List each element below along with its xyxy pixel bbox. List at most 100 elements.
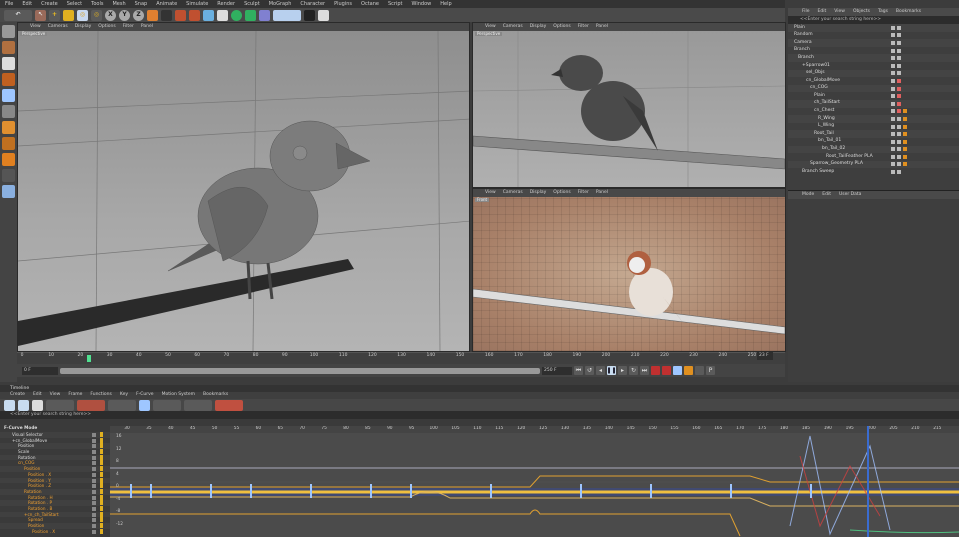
viewport-menu-options[interactable]: Options (553, 190, 570, 196)
timeline-menu-view[interactable]: View (50, 393, 61, 398)
render-dot-icon[interactable] (897, 147, 901, 152)
object-row[interactable]: +Sparrow01 (788, 62, 959, 70)
object-row[interactable]: cn_GlobalMove (788, 77, 959, 85)
texture-mode-icon[interactable] (2, 57, 15, 70)
frame-range-slider[interactable] (60, 367, 540, 374)
track-enable-icon[interactable] (100, 454, 103, 460)
key-tools-icon[interactable] (77, 399, 105, 411)
deformer-icon[interactable] (259, 9, 270, 21)
coordinate-system-icon[interactable] (147, 9, 158, 21)
x-axis-button[interactable]: X (105, 9, 116, 21)
render-dot-icon[interactable] (897, 33, 901, 38)
visibility-icon[interactable] (891, 48, 895, 53)
om-menu-file[interactable]: File (802, 9, 810, 15)
render-dot-icon[interactable] (897, 94, 901, 99)
record-tools-icon[interactable] (215, 399, 243, 411)
viewport-menu-filter[interactable]: Filter (578, 190, 589, 196)
menu-script[interactable]: Script (388, 1, 403, 7)
visibility-icon[interactable] (891, 132, 895, 137)
render-dot-icon[interactable] (897, 154, 901, 159)
visibility-icon[interactable] (891, 56, 895, 61)
track-lock-icon[interactable] (92, 444, 96, 449)
render-dot-icon[interactable] (897, 86, 901, 91)
array-icon[interactable] (245, 9, 256, 21)
render-dot-icon[interactable] (897, 162, 901, 167)
object-row[interactable]: Plain (788, 92, 959, 100)
render-dot-icon[interactable] (897, 139, 901, 144)
viewport-menu-options[interactable]: Options (98, 24, 115, 30)
start-frame-field[interactable]: 0 F (22, 366, 58, 375)
key-scale-icon[interactable] (684, 366, 693, 375)
track-lock-icon[interactable] (92, 461, 96, 466)
fcurve-mode-icon[interactable] (18, 399, 29, 411)
om-menu-edit[interactable]: Edit (818, 9, 827, 15)
object-row[interactable]: Plain (788, 24, 959, 32)
viewport-menu-filter[interactable]: Filter (578, 24, 589, 30)
render-dot-icon[interactable] (897, 170, 901, 175)
key-position-icon[interactable] (673, 366, 682, 375)
render-dot-icon[interactable] (897, 56, 901, 61)
move-tool-button[interactable]: ↖ (35, 9, 46, 21)
track-lock-icon[interactable] (92, 438, 96, 443)
track-lock-icon[interactable] (92, 524, 96, 528)
viewport-front[interactable]: View Cameras Display Options Filter Pane… (472, 188, 786, 352)
track-enable-icon[interactable] (100, 505, 103, 511)
polygons-mode-icon[interactable] (2, 121, 15, 134)
menu-mograph[interactable]: MoGraph (269, 1, 292, 7)
undo-button[interactable]: ↶ (4, 9, 32, 21)
track-lock-icon[interactable] (92, 484, 96, 489)
axis-mode-icon[interactable] (2, 137, 15, 150)
object-row[interactable]: R_Wing (788, 115, 959, 123)
track-enable-icon[interactable] (100, 471, 103, 477)
render-dot-icon[interactable] (897, 101, 901, 106)
timeline-menu-bookmarks[interactable]: Bookmarks (203, 393, 228, 398)
snap-icon[interactable] (2, 169, 15, 182)
end-frame-field[interactable]: 250 F (542, 366, 572, 375)
visibility-icon[interactable] (891, 71, 895, 76)
track-enable-icon[interactable] (100, 449, 103, 455)
render-dot-icon[interactable] (897, 71, 901, 76)
visibility-icon[interactable] (891, 116, 895, 121)
menu-sculpt[interactable]: Sculpt (244, 1, 260, 7)
track-enable-icon[interactable] (100, 523, 103, 528)
dope-sheet-icon[interactable] (4, 399, 15, 411)
timeline-search-input[interactable]: <<Enter your search string here>> (0, 411, 959, 419)
object-row[interactable]: Random (788, 32, 959, 40)
subdivision-icon[interactable] (231, 9, 242, 21)
key-rotation-icon[interactable] (695, 366, 704, 375)
track-enable-icon[interactable] (100, 511, 103, 517)
viewport-menu-view[interactable]: View (30, 24, 41, 30)
timeline-menu-edit[interactable]: Edit (33, 393, 42, 398)
viewport-menu-display[interactable]: Display (75, 24, 92, 30)
timeline-menu-key[interactable]: Key (120, 393, 128, 398)
track-lock-icon[interactable] (92, 529, 96, 534)
z-axis-button[interactable]: Z (133, 9, 144, 21)
menu-edit[interactable]: Edit (22, 1, 32, 7)
menu-character[interactable]: Character (300, 1, 325, 7)
viewport-menu-cameras[interactable]: Cameras (503, 24, 523, 30)
render-dot-icon[interactable] (897, 63, 901, 68)
track-enable-icon[interactable] (100, 466, 103, 472)
track-enable-icon[interactable] (100, 432, 103, 437)
visibility-icon[interactable] (891, 124, 895, 129)
attr-menu-mode[interactable]: Mode (802, 192, 814, 198)
render-dot-icon[interactable] (897, 78, 901, 83)
previous-key-button[interactable]: ↺ (585, 366, 594, 375)
object-row[interactable]: Sparrow_Geometry PLA (788, 160, 959, 169)
object-row[interactable]: Branch (788, 47, 959, 55)
om-menu-bookmarks[interactable]: Bookmarks (896, 9, 921, 15)
track-lock-icon[interactable] (92, 467, 96, 472)
visibility-icon[interactable] (891, 86, 895, 91)
visibility-icon[interactable] (891, 101, 895, 106)
visibility-icon[interactable] (891, 25, 895, 30)
track-lock-icon[interactable] (92, 495, 96, 500)
track-lock-icon[interactable] (92, 489, 96, 494)
timeline-menu-create[interactable]: Create (10, 393, 25, 398)
visibility-icon[interactable] (891, 109, 895, 114)
y-axis-button[interactable]: Y (119, 9, 130, 21)
lock-workplane-icon[interactable] (2, 185, 15, 198)
menu-help[interactable]: Help (440, 1, 451, 7)
timeline-menu-motion-system[interactable]: Motion System (162, 393, 195, 398)
record-button[interactable] (651, 366, 660, 375)
object-row[interactable]: L_Wing (788, 123, 959, 131)
